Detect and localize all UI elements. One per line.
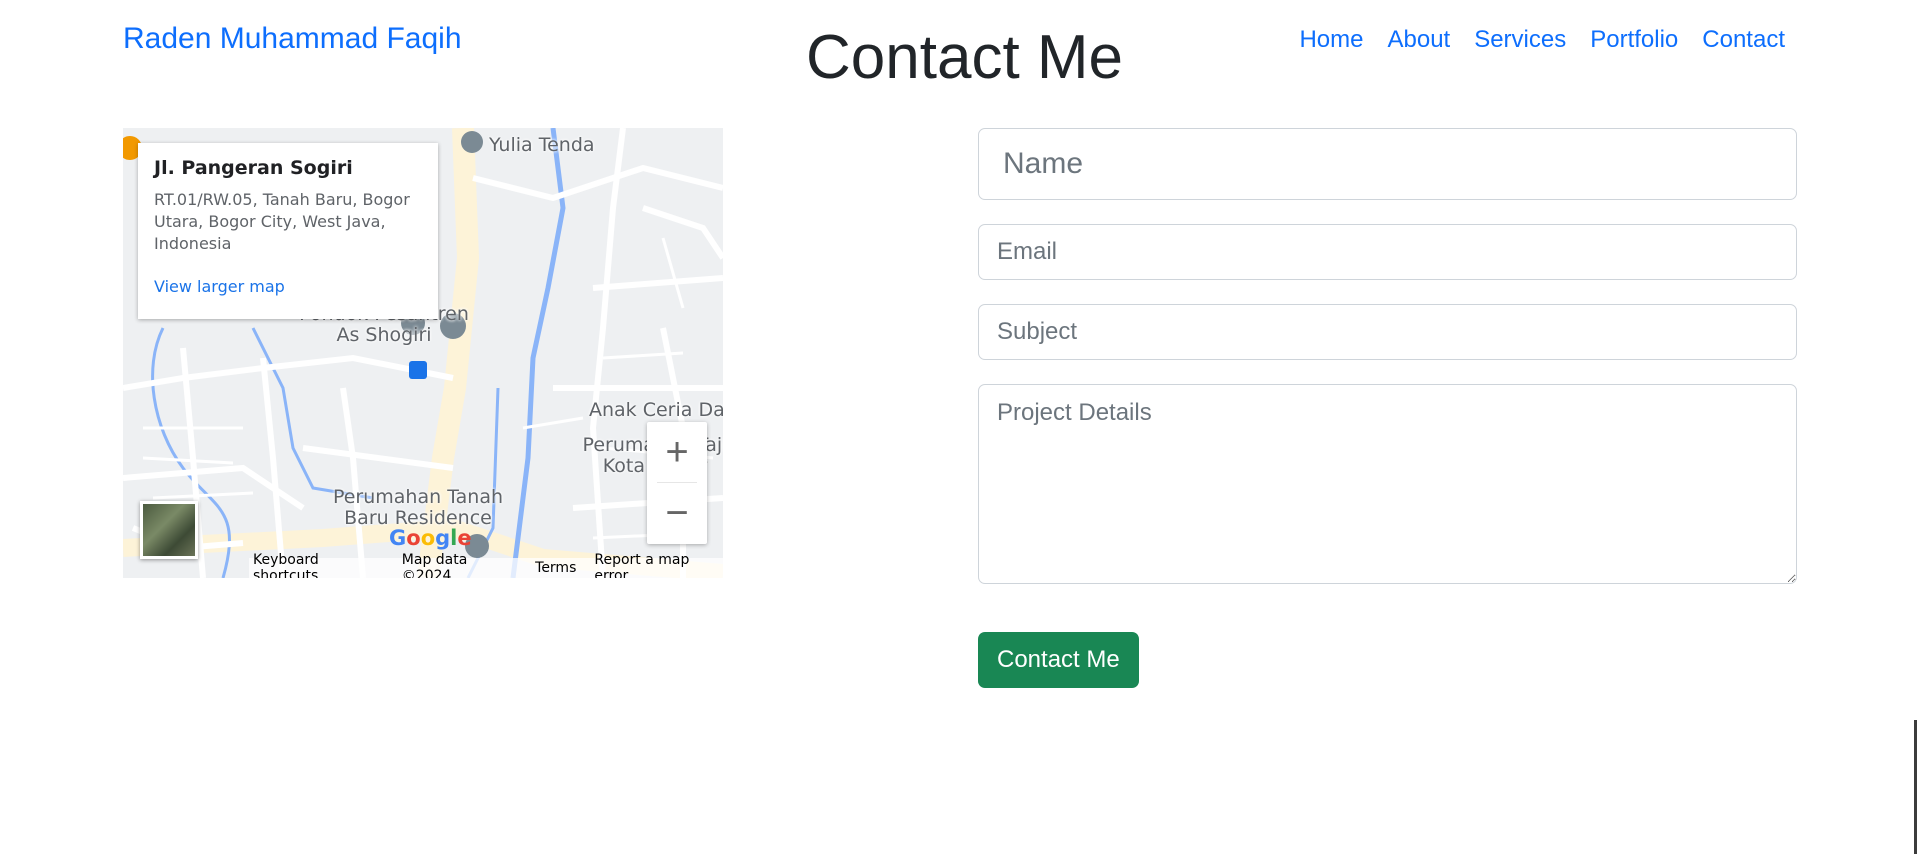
project-details-textarea[interactable] bbox=[978, 384, 1797, 584]
keyboard-shortcuts-link[interactable]: Keyboard shortcuts bbox=[253, 552, 384, 578]
report-map-error-link[interactable]: Report a map error bbox=[594, 552, 723, 578]
embedded-map[interactable]: Yulia Tenda Pondok Pesantren As Shogiri … bbox=[123, 128, 723, 578]
contact-form: Contact Me bbox=[978, 128, 1797, 688]
map-place-title: Jl. Pangeran Sogiri bbox=[154, 157, 353, 179]
google-logo: Google bbox=[389, 526, 472, 550]
nav-about[interactable]: About bbox=[1387, 26, 1450, 54]
nav-services[interactable]: Services bbox=[1474, 26, 1566, 54]
map-footer: Keyboard shortcuts Map data ©2024 Terms … bbox=[249, 552, 723, 578]
nav-contact[interactable]: Contact bbox=[1702, 26, 1785, 54]
subject-input[interactable] bbox=[978, 304, 1797, 360]
main-nav: Home About Services Portfolio Contact bbox=[1299, 26, 1785, 54]
zoom-out-button[interactable]: − bbox=[647, 483, 707, 543]
map-data-attribution: Map data ©2024 bbox=[401, 552, 468, 578]
nav-portfolio[interactable]: Portfolio bbox=[1590, 26, 1678, 54]
page-scrollbar[interactable] bbox=[1914, 720, 1917, 854]
map-label-perumahan-tanah-baru: Perumahan Tanah Baru Residence bbox=[332, 486, 504, 529]
map-info-card: Jl. Pangeran Sogiri RT.01/RW.05, Tanah B… bbox=[138, 143, 438, 319]
name-input[interactable] bbox=[978, 128, 1797, 200]
view-larger-map-link[interactable]: View larger map bbox=[154, 277, 422, 296]
terms-link[interactable]: Terms bbox=[535, 560, 576, 576]
zoom-in-button[interactable]: + bbox=[647, 422, 707, 482]
email-input[interactable] bbox=[978, 224, 1797, 280]
satellite-layer-toggle[interactable] bbox=[140, 501, 198, 559]
map-zoom-control: + − bbox=[647, 422, 707, 544]
map-label-anak-ceria: Anak Ceria Day bbox=[589, 399, 723, 421]
map-label-yulia-tenda: Yulia Tenda bbox=[489, 134, 595, 156]
contact-submit-button[interactable]: Contact Me bbox=[978, 632, 1139, 688]
nav-home[interactable]: Home bbox=[1299, 26, 1363, 54]
brand-link[interactable]: Raden Muhammad Faqih bbox=[123, 22, 462, 56]
map-place-address: RT.01/RW.05, Tanah Baru, Bogor Utara, Bo… bbox=[154, 190, 410, 253]
page-title: Contact Me bbox=[806, 23, 1124, 92]
